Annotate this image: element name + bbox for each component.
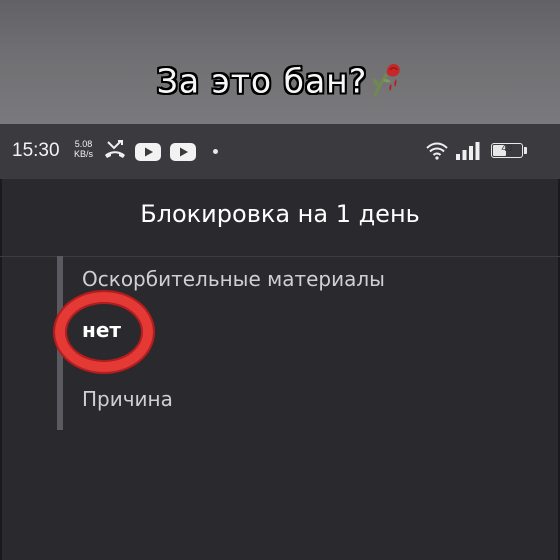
battery-tip xyxy=(524,147,527,154)
status-time: 15:30 xyxy=(12,140,60,161)
network-speed: 5.08 KB/s xyxy=(74,139,93,159)
signal-icon xyxy=(455,141,481,164)
network-speed-value: 5.08 xyxy=(74,139,93,149)
dialog-title: Блокировка на 1 день xyxy=(140,200,420,228)
block-value-text: нет xyxy=(82,318,121,342)
caption-text: За это бан? xyxy=(156,61,368,101)
block-category-text: Оскорбительные материалы xyxy=(82,267,385,291)
wilted-rose-icon xyxy=(369,60,403,106)
battery-level-text: 43 xyxy=(501,143,513,154)
youtube-icon xyxy=(135,143,161,165)
youtube-icon xyxy=(170,143,196,165)
missed-call-icon xyxy=(103,139,127,165)
status-bar: 15:30 5.08 KB/s 43 xyxy=(0,124,560,179)
notification-dot-icon xyxy=(213,149,218,154)
reason-label: Причина xyxy=(82,387,173,411)
block-dialog xyxy=(0,179,560,560)
battery-icon: 43 xyxy=(491,143,523,158)
network-speed-unit: KB/s xyxy=(74,149,94,159)
wifi-icon xyxy=(425,142,449,164)
caption-overlay: За это бан? xyxy=(0,60,560,106)
title-divider xyxy=(0,256,560,257)
